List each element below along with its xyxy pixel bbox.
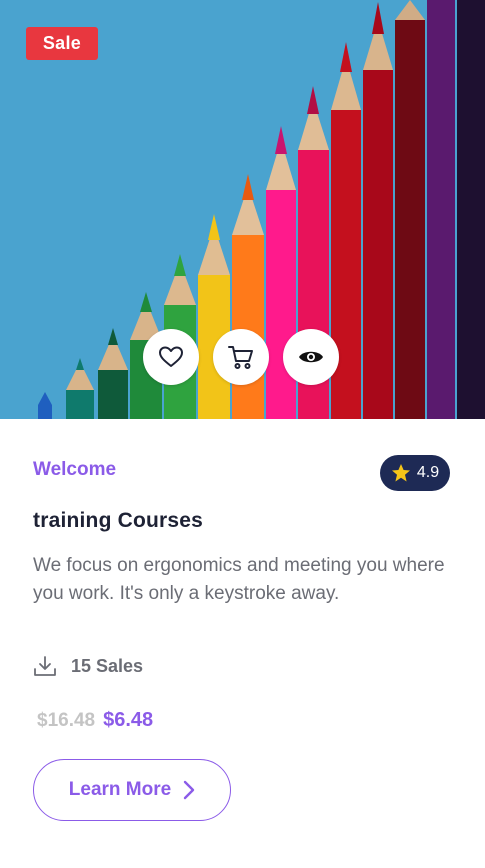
sale-badge: Sale [26, 27, 98, 60]
heart-icon [159, 346, 183, 367]
download-icon [34, 656, 56, 676]
quick-view-button[interactable] [283, 329, 339, 385]
wishlist-button[interactable] [143, 329, 199, 385]
sales-count: 15 Sales [33, 655, 143, 677]
chevron-right-icon [184, 780, 195, 800]
eye-icon [299, 351, 323, 363]
course-category[interactable]: Welcome [33, 459, 116, 481]
rating-badge: 4.9 [380, 455, 450, 491]
add-to-cart-button[interactable] [213, 329, 269, 385]
course-description: We focus on ergonomics and meeting you w… [33, 555, 445, 604]
star-icon [391, 464, 410, 482]
rating-value: 4.9 [416, 464, 440, 481]
course-details: Welcome 4.9 training Courses We focus on… [0, 419, 485, 868]
learn-more-button[interactable]: Learn More [33, 759, 231, 821]
price-block: $16.48 $6.48 [37, 709, 153, 732]
course-title[interactable]: training Courses [33, 509, 203, 533]
cart-icon [228, 346, 253, 369]
course-image[interactable]: Sale [0, 0, 485, 419]
course-card: Sale Welcome 4.9 training Courses We foc… [0, 0, 485, 868]
original-price: $16.48 [37, 710, 96, 731]
sale-price: $6.48 [103, 709, 154, 731]
learn-more-label: Learn More [68, 779, 172, 800]
sales-label: 15 Sales [71, 655, 144, 676]
